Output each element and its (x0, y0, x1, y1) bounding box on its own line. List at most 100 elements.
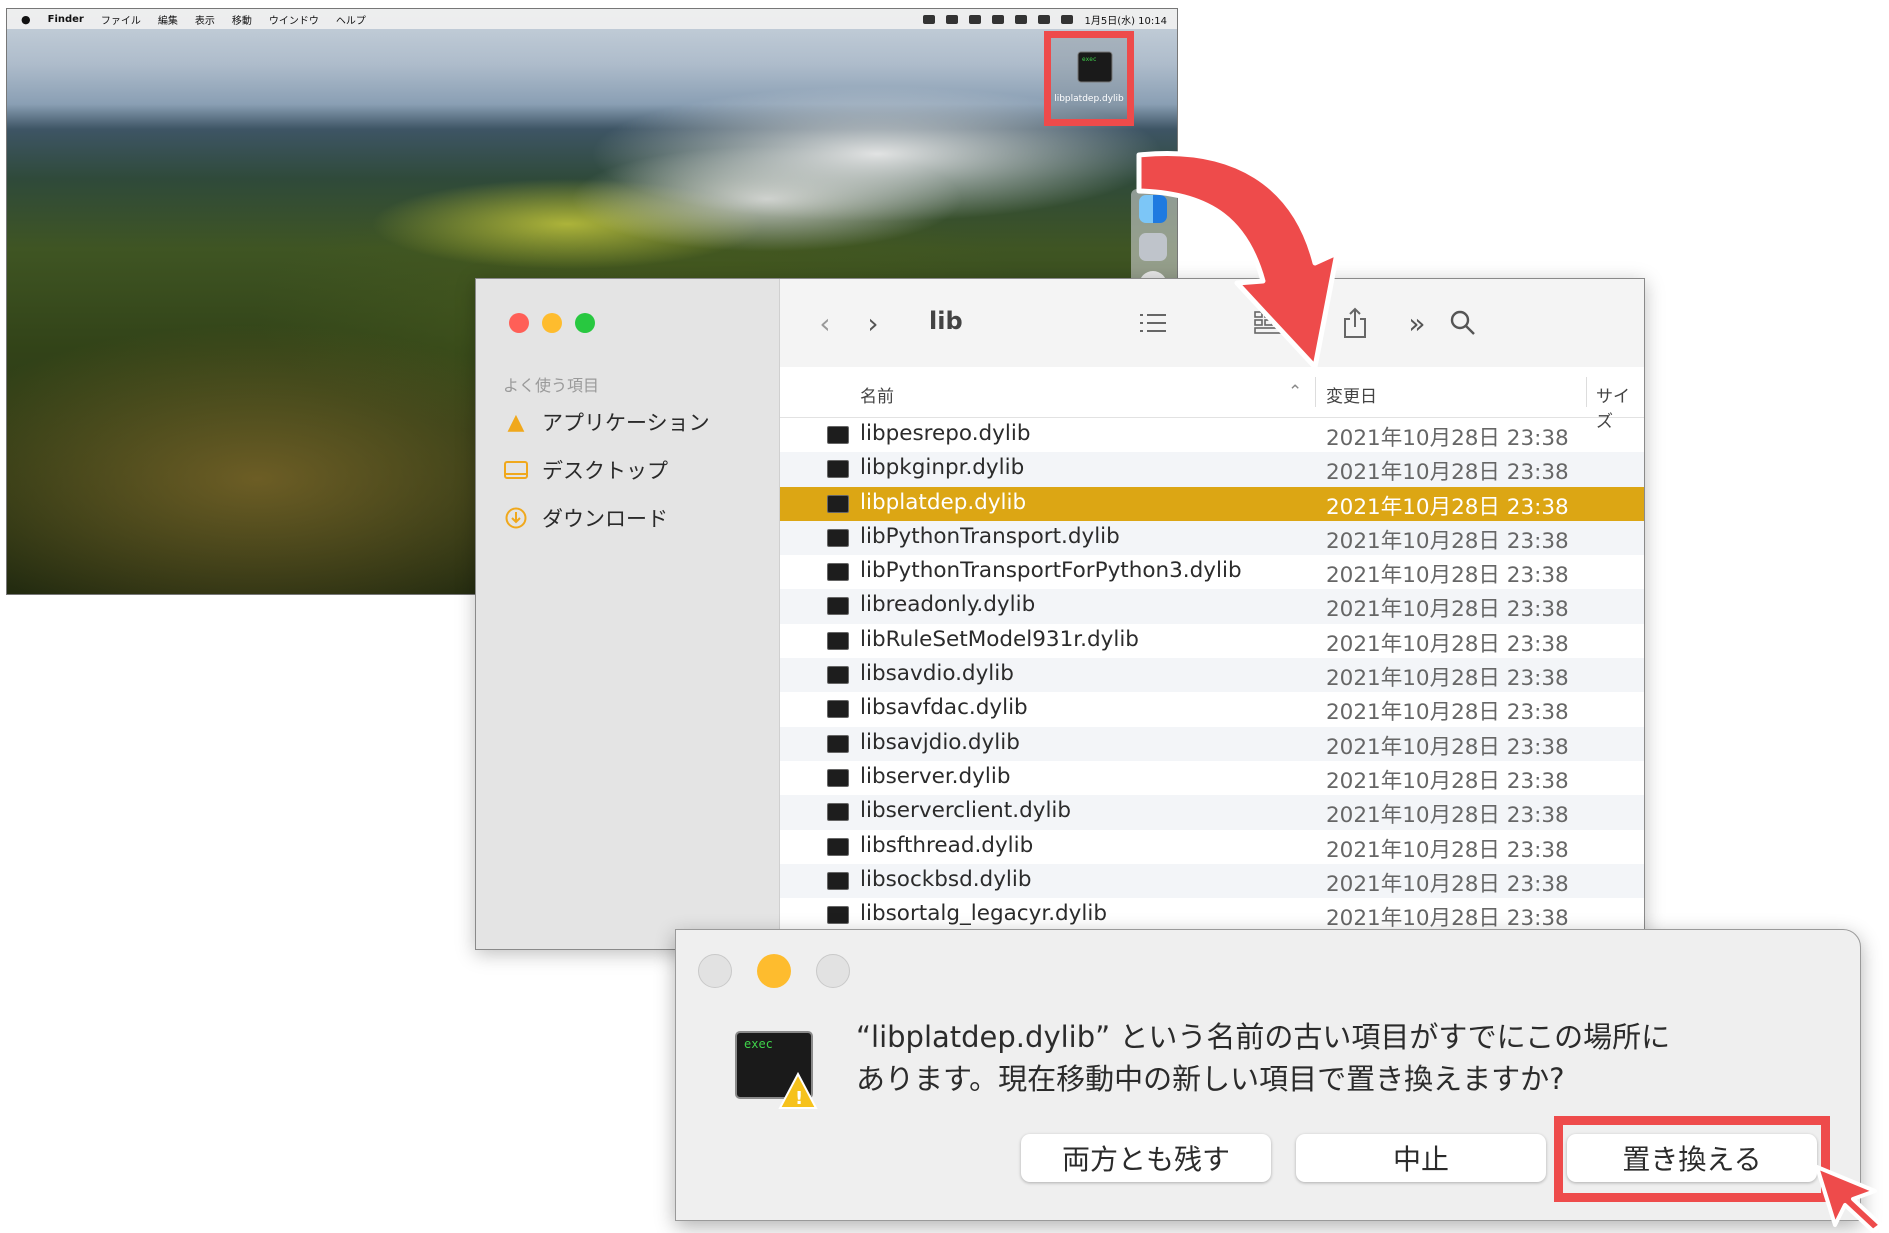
sidebar-item-desktop[interactable]: デスクトップ (504, 455, 668, 485)
file-date: 2021年10月28日 23:38 (1326, 666, 1569, 692)
exec-file-icon (827, 734, 849, 753)
menu-help[interactable]: ヘルプ (336, 12, 366, 27)
file-row[interactable]: libsavdio.dylib 2021年10月28日 23:38 (780, 658, 1644, 693)
status-area: 1月5日(水) 10:14 (923, 9, 1167, 29)
file-row[interactable]: libsortalg_legacyr.dylib 2021年10月28日 23:3… (780, 898, 1644, 932)
applications-icon: ▲ (507, 409, 525, 435)
zoom-button[interactable] (575, 313, 595, 333)
file-name: libPythonTransport.dylib (860, 523, 1120, 549)
file-name: libsavjdio.dylib (860, 729, 1020, 755)
exec-file-icon (827, 803, 849, 822)
spotlight-icon[interactable] (1061, 14, 1074, 24)
forward-button[interactable]: › (860, 305, 886, 341)
file-date: 2021年10月28日 23:38 (1326, 597, 1569, 623)
file-row[interactable]: libserver.dylib 2021年10月28日 23:38 (780, 761, 1644, 795)
file-name: libRuleSetModel931r.dylib (860, 626, 1139, 652)
exec-file-icon (827, 700, 849, 719)
file-row[interactable]: libPythonTransport.dylib 2021年10月28日 23:3… (780, 520, 1644, 556)
sidebar-section-favorites: よく使う項目 (503, 376, 600, 395)
terminal-exec-warning-icon: exec ! (735, 1031, 818, 1109)
exec-file-icon (827, 563, 849, 582)
search-icon[interactable] (1446, 305, 1480, 341)
sidebar-item-downloads[interactable]: ダウンロード (504, 503, 668, 533)
file-date: 2021年10月28日 23:38 (1326, 426, 1569, 451)
exec-file-icon (827, 768, 849, 787)
file-name: libsockbsd.dylib (860, 866, 1032, 892)
more-toolbar-icon[interactable]: » (1402, 305, 1432, 341)
desktop-file-highlight[interactable]: exec libplatdep.dylib (1044, 31, 1134, 126)
apple-menu-icon[interactable]: ● (21, 13, 31, 26)
file-name: libpesrepo.dylib (860, 421, 1031, 446)
dialog-close-button (698, 954, 732, 988)
file-name: libsortalg_legacyr.dylib (860, 901, 1107, 927)
sidebar: よく使う項目 ▲ アプリケーション デスクトップ ダウンロード (476, 279, 780, 949)
menu-edit[interactable]: 編集 (158, 12, 178, 27)
exec-file-icon (827, 528, 849, 547)
file-date: 2021年10月28日 23:38 (1326, 460, 1569, 486)
file-date: 2021年10月28日 23:38 (1326, 563, 1569, 589)
display-icon[interactable] (923, 14, 936, 24)
file-date: 2021年10月28日 23:38 (1326, 700, 1569, 726)
file-date: 2021年10月28日 23:38 (1326, 494, 1569, 520)
wifi-icon[interactable] (1038, 14, 1051, 24)
file-row[interactable]: libsockbsd.dylib 2021年10月28日 23:38 (780, 863, 1644, 899)
file-row[interactable]: libplatdep.dylib 2021年10月28日 23:38 (780, 486, 1644, 521)
file-name: libsavdio.dylib (860, 661, 1014, 687)
file-date: 2021年10月28日 23:38 (1326, 837, 1569, 863)
desktop-file-name: libplatdep.dylib (1054, 94, 1124, 104)
file-row[interactable]: libsavjdio.dylib 2021年10月28日 23:38 (780, 726, 1644, 761)
back-button[interactable]: ‹ (812, 305, 838, 341)
stop-button[interactable]: 中止 (1296, 1134, 1546, 1182)
menu-view[interactable]: 表示 (195, 12, 215, 27)
close-button[interactable] (509, 313, 529, 333)
file-row[interactable]: libsfthread.dylib 2021年10月28日 23:38 (780, 830, 1644, 864)
menu-go[interactable]: 移動 (232, 12, 252, 27)
dialog-zoom-button (816, 954, 850, 988)
replace-button-highlight (1554, 1116, 1830, 1202)
menu-clock[interactable]: 1月5日(水) 10:14 (1084, 12, 1167, 27)
file-list: libpesrepo.dylib 2021年10月28日 23:38 libpkgi… (780, 418, 1644, 932)
keep-both-button[interactable]: 両方とも残す (1021, 1134, 1271, 1182)
input-source-icon[interactable] (992, 14, 1005, 24)
column-divider (1315, 377, 1316, 407)
desktop-icon (504, 458, 528, 482)
finder-window: よく使う項目 ▲ アプリケーション デスクトップ ダウンロード ‹ › lib (475, 278, 1645, 950)
file-row[interactable]: libpesrepo.dylib 2021年10月28日 23:38 (780, 418, 1644, 452)
sidebar-item-applications[interactable]: ▲ アプリケーション (504, 407, 710, 437)
exec-file-icon (827, 871, 849, 890)
column-modified[interactable]: 変更日 (1326, 382, 1377, 407)
file-row[interactable]: libsavfdac.dylib 2021年10月28日 23:38 (780, 692, 1644, 726)
file-row[interactable]: libRuleSetModel931r.dylib 2021年10月28日 23:… (780, 624, 1644, 658)
cloud-icon[interactable] (946, 14, 959, 24)
svg-text:!: ! (795, 1088, 803, 1109)
file-row[interactable]: libPythonTransportForPython3.dylib 2021年1… (780, 555, 1644, 589)
sidebar-item-label: ダウンロード (542, 507, 668, 531)
file-row[interactable]: libpkginpr.dylib 2021年10月28日 23:38 (780, 452, 1644, 487)
menu-app-name[interactable]: Finder (48, 14, 84, 25)
headphones-icon[interactable] (969, 14, 982, 24)
menu-window[interactable]: ウインドウ (269, 12, 319, 27)
file-date: 2021年10月28日 23:38 (1326, 803, 1569, 829)
battery-icon[interactable] (1015, 14, 1028, 24)
file-name: libserverclient.dylib (860, 798, 1072, 824)
file-name: libsfthread.dylib (860, 832, 1034, 858)
exec-text: exec (744, 1037, 773, 1051)
dialog-message-line1: “libplatdep.dylib” という名前の古い項目がすでにこの場所に (856, 1020, 1671, 1054)
dialog-message: “libplatdep.dylib” という名前の古い項目がすでにこの場所に あ… (856, 1016, 1670, 1100)
sidebar-item-label: アプリケーション (542, 411, 710, 435)
file-date: 2021年10月28日 23:38 (1326, 528, 1569, 554)
exec-file-icon (827, 460, 849, 479)
dialog-minimize-button[interactable] (757, 954, 791, 988)
menu-file[interactable]: ファイル (101, 12, 141, 27)
sort-ascending-icon[interactable]: ⌃ (1288, 382, 1302, 402)
file-name: libreadonly.dylib (860, 592, 1036, 618)
file-row[interactable]: libserverclient.dylib 2021年10月28日 23:38 (780, 795, 1644, 830)
terminal-exec-icon: exec (1077, 51, 1113, 83)
file-name: libpkginpr.dylib (860, 455, 1025, 481)
replace-dialog: exec ! “libplatdep.dylib” という名前の古い項目がすでに… (675, 929, 1861, 1221)
file-row[interactable]: libreadonly.dylib 2021年10月28日 23:38 (780, 589, 1644, 624)
column-name[interactable]: 名前 (860, 382, 894, 407)
exec-text: exec (1082, 56, 1097, 63)
sidebar-item-label: デスクトップ (542, 459, 668, 483)
minimize-button[interactable] (542, 313, 562, 333)
